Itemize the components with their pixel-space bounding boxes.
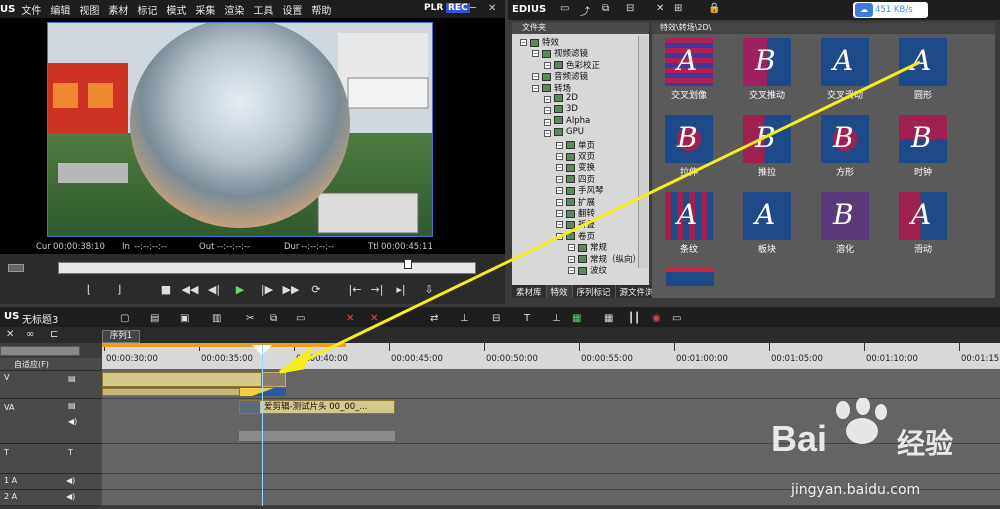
watermark-brand2: 经验 <box>897 427 954 460</box>
baidu-watermark: Bai 经验 jingyan.baidu.com <box>771 397 1000 506</box>
watermark-brand: Bai <box>771 418 828 459</box>
watermark-url: jingyan.baidu.com <box>791 482 921 498</box>
